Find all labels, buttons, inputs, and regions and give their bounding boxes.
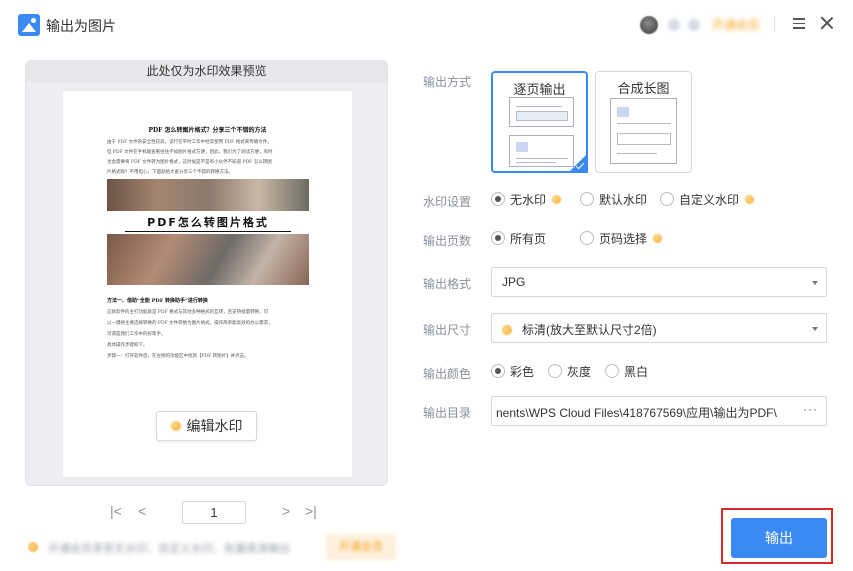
doc-section-title: 方法一、借助“全能 PDF 转换助手”进行转换	[107, 298, 208, 304]
long-image-thumbnail-icon	[610, 98, 677, 164]
prev-page-button[interactable]: <	[138, 503, 146, 519]
radio-button	[605, 364, 619, 378]
radio-button	[660, 192, 674, 206]
page-number-input[interactable]: 1	[182, 501, 246, 524]
chevron-down-icon	[812, 281, 818, 285]
watermark-preview-panel: 此处仅为水印效果预览 PDF 怎么转图片格式？分享三个不错的方法 由于 PDF …	[25, 60, 388, 486]
mode-long-image-label: 合成长图	[617, 81, 670, 96]
radio-default-watermark[interactable]: 默认水印	[580, 191, 647, 207]
format-select[interactable]: JPG	[491, 267, 827, 297]
size-value: 标清(放大至默认尺寸2倍)	[522, 323, 657, 337]
output-directory-label: 输出目录	[423, 406, 472, 420]
radio-custom-watermark[interactable]: 自定义水印	[660, 191, 755, 207]
doc-photo	[107, 234, 309, 285]
open-vip-button[interactable]: 开通会员	[326, 534, 396, 560]
title-bar: 输出为图片 开通会员	[0, 0, 853, 48]
close-icon[interactable]	[820, 16, 834, 30]
output-directory-value: nents\WPS Cloud Files\418767569\应用\输出为PD…	[496, 406, 777, 420]
vip-crown-icon	[28, 542, 38, 552]
avatar[interactable]	[640, 16, 658, 34]
vip-crown-icon	[552, 194, 562, 204]
first-page-button[interactable]: |<	[110, 503, 122, 519]
vip-crown-icon	[170, 421, 181, 431]
radio-button	[580, 231, 594, 245]
member-link[interactable]: 开通会员	[712, 16, 760, 33]
radio-color[interactable]: 彩色	[491, 363, 534, 379]
doc-line: 这款软件的主打功能就是 PDF 格式与其他多种格式的互转，且支持批量转换，可	[107, 310, 269, 315]
doc-title: PDF 怎么转图片格式？分享三个不错的方法	[148, 127, 267, 134]
doc-line: 由于 PDF 文件的安全性较高，读行在平时工作中经常使用 PDF 格式来传输文件…	[107, 140, 272, 145]
window-title: 输出为图片	[46, 18, 116, 34]
radio-button	[491, 192, 505, 206]
vip-promo-banner: 开通会员享受无水印、自定义水印、批量高清输出 开通会员	[22, 534, 397, 560]
doc-line: 以一键将主要选择转换的 PDF 文件转换为图片格式，操作简单能高效的办公需求，	[107, 321, 273, 326]
size-select[interactable]: 标清(放大至默认尺寸2倍)	[491, 313, 827, 343]
format-value: JPG	[502, 275, 526, 289]
export-button[interactable]: 输出	[731, 518, 827, 558]
radio-label: 页码选择	[599, 231, 648, 246]
radio-label: 黑白	[624, 364, 649, 379]
radio-page-selection[interactable]: 页码选择	[580, 230, 663, 246]
radio-button	[491, 231, 505, 245]
vip-crown-icon	[653, 233, 663, 243]
vip-badge-icon	[668, 19, 680, 31]
titlebar-divider	[774, 16, 775, 32]
vip-crown-icon	[502, 324, 512, 335]
radio-all-pages[interactable]: 所有页	[491, 230, 546, 246]
output-directory-field[interactable]: nents\WPS Cloud Files\418767569\应用\输出为PD…	[491, 396, 827, 426]
radio-label: 所有页	[510, 231, 547, 246]
radio-label: 彩色	[510, 364, 535, 379]
vip-crown-icon	[745, 194, 755, 204]
radio-button	[491, 364, 505, 378]
chevron-down-icon	[812, 327, 818, 331]
mode-page-by-page-label: 逐页输出	[513, 82, 566, 97]
last-page-button[interactable]: >|	[305, 503, 317, 519]
size-value-wrap: 标清(放大至默认尺寸2倍)	[502, 321, 657, 338]
doc-line: 具体操作步骤如下。	[107, 343, 148, 348]
radio-label: 无水印	[510, 192, 547, 207]
doc-line: 步骤一：打开软件后，在左侧的功能区中找到【PDF 转图片】并点击。	[107, 354, 249, 359]
mode-long-image[interactable]: 合成长图	[595, 71, 692, 173]
menu-icon[interactable]	[793, 18, 805, 29]
page-thumbnail-icon	[509, 97, 574, 127]
output-color-label: 输出颜色	[423, 367, 472, 381]
radio-label: 灰度	[567, 364, 592, 379]
radio-button	[580, 192, 594, 206]
level-badge-icon	[688, 19, 700, 31]
edit-watermark-label: 编辑水印	[186, 418, 243, 434]
edit-watermark-button[interactable]: 编辑水印	[156, 411, 257, 441]
doc-photo	[107, 179, 309, 211]
mode-page-by-page[interactable]: 逐页输出	[491, 71, 588, 173]
radio-button	[548, 364, 562, 378]
output-pages-label: 输出页数	[423, 234, 472, 248]
watermark-setting-label: 水印设置	[423, 195, 472, 209]
doc-line: 但 PDF 文件在手机端查看往往不如图片格式方便，因此，我们为了阅读方便，有时	[107, 150, 273, 155]
radio-label: 自定义水印	[679, 192, 740, 207]
radio-label: 默认水印	[599, 192, 648, 207]
radio-no-watermark[interactable]: 无水印	[491, 191, 562, 207]
page-thumbnail-icon	[509, 135, 574, 167]
doc-line: 片格式呢？不用担心，下面就给大家分享三个不错的转换方法。	[107, 170, 233, 175]
next-page-button[interactable]: >	[282, 503, 290, 519]
doc-line: 也会需要将 PDF 文件转为图片格式，这时候是不是有小伙伴不知道 PDF 怎么转…	[107, 160, 272, 165]
output-format-label: 输出格式	[423, 277, 472, 291]
browse-more-icon[interactable]: ···	[803, 402, 818, 416]
radio-grayscale[interactable]: 灰度	[548, 363, 591, 379]
doc-banner: PDF怎么转图片格式	[107, 211, 309, 234]
image-export-icon	[18, 14, 40, 36]
vip-promo-text: 开通会员享受无水印、自定义水印、批量高清输出	[48, 543, 290, 555]
radio-black-white[interactable]: 黑白	[605, 363, 648, 379]
page-navigator: |< < 1 > >|	[105, 501, 325, 525]
doc-line: 可谓是我们工作中的好帮手。	[107, 332, 166, 337]
output-size-label: 输出尺寸	[423, 323, 472, 337]
preview-header: 此处仅为水印效果预览	[26, 61, 387, 82]
output-mode-label: 输出方式	[423, 75, 472, 89]
